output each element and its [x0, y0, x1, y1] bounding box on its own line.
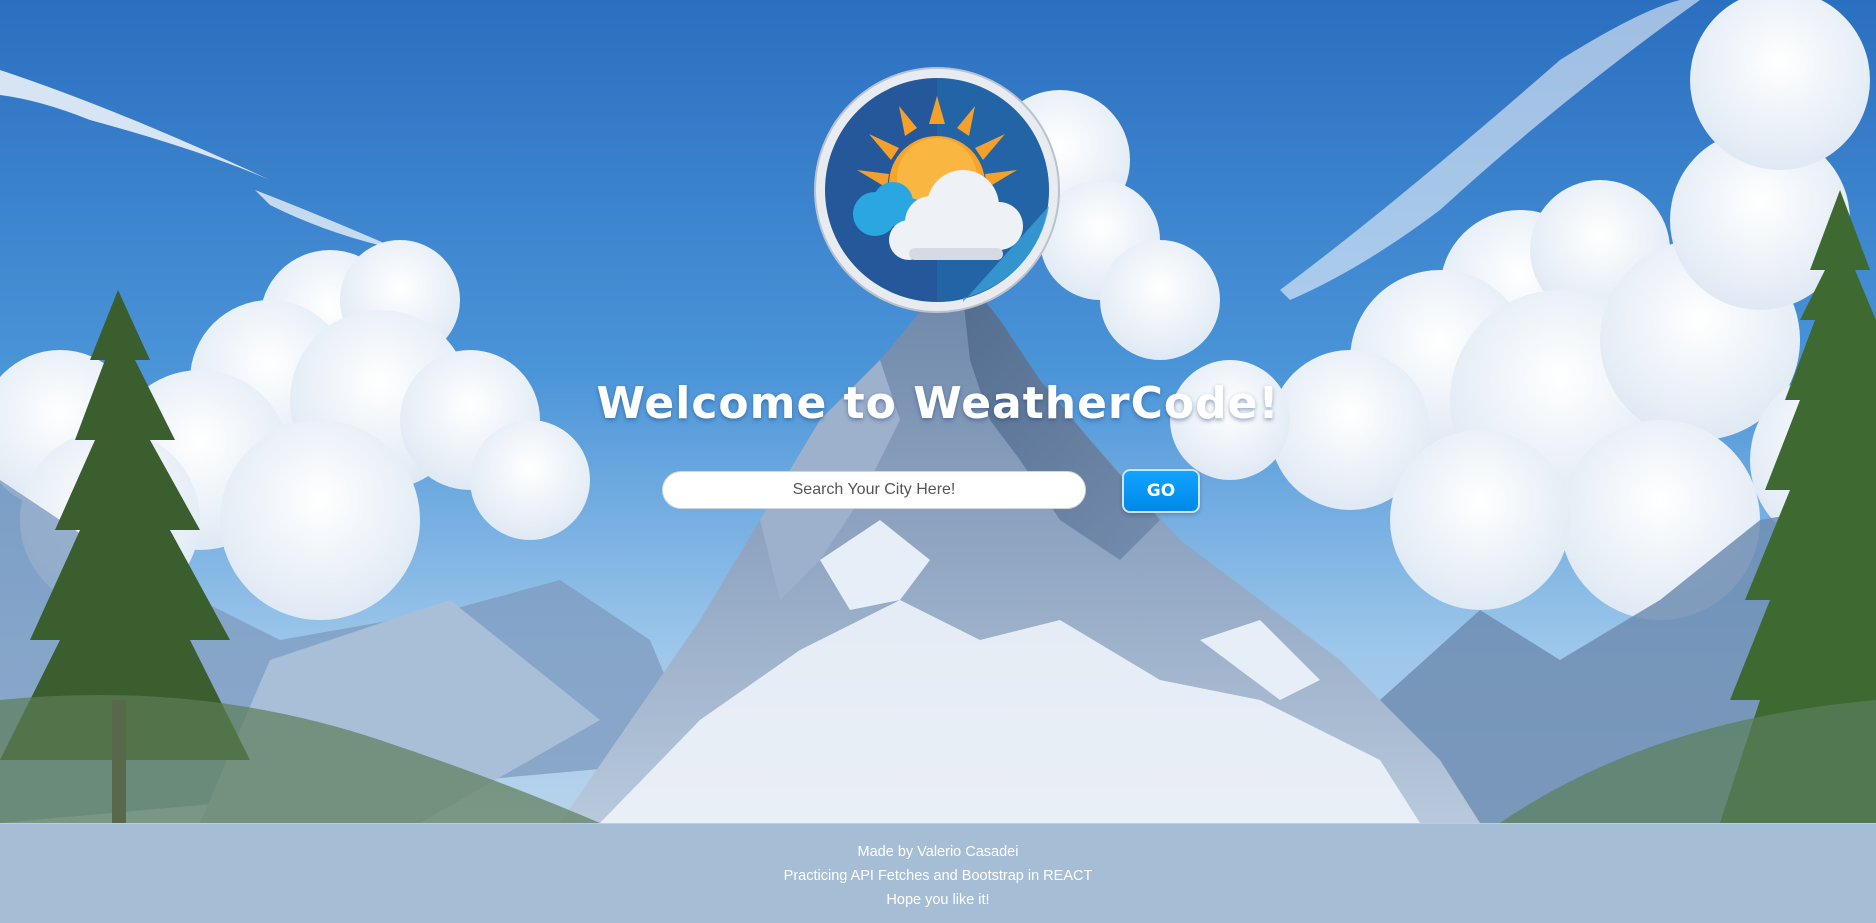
- go-button[interactable]: GO: [1122, 469, 1200, 513]
- city-search-input[interactable]: [662, 471, 1086, 509]
- page: Welcome to WeatherCode! GO Made by Valer…: [0, 0, 1876, 923]
- search-form: GO: [662, 469, 1202, 513]
- footer: Made by Valerio Casadei Practicing API F…: [0, 823, 1876, 923]
- footer-closing-text: Hope you like it!: [886, 892, 990, 908]
- footer-content: Made by Valerio Casadei Practicing API F…: [0, 824, 1876, 912]
- footer-description-text: Practicing API Fetches and Bootstrap in …: [783, 868, 1093, 884]
- footer-author-text: Made by Valerio Casadei: [857, 844, 1019, 860]
- page-title: Welcome to WeatherCode!: [596, 378, 1280, 429]
- sun-cloud-weather-icon: [814, 67, 1060, 313]
